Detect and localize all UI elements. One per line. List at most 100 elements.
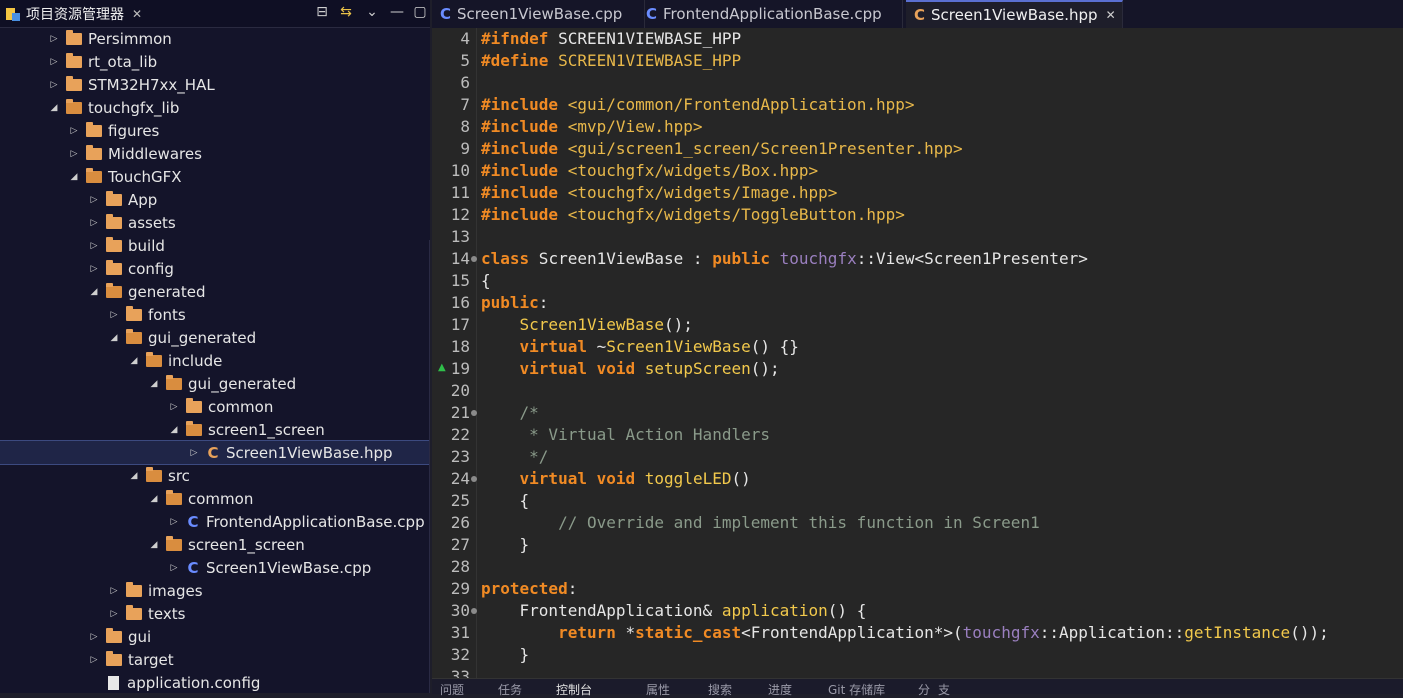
expanded-arrow-icon[interactable]: ◢ xyxy=(88,287,100,297)
code-line[interactable]: virtual ~Screen1ViewBase() {} xyxy=(481,336,799,358)
code-line[interactable]: #include <touchgfx/widgets/Image.hpp> xyxy=(481,182,837,204)
collapsed-arrow-icon[interactable]: ▷ xyxy=(108,609,120,619)
code-line[interactable]: #include <mvp/View.hpp> xyxy=(481,116,703,138)
collapsed-arrow-icon[interactable]: ▷ xyxy=(168,517,180,527)
collapsed-arrow-icon[interactable]: ▷ xyxy=(68,149,80,159)
code-line[interactable]: virtual void setupScreen(); xyxy=(481,358,780,380)
tree-item[interactable]: application.config xyxy=(0,671,430,693)
tree-item[interactable]: ▷ target xyxy=(0,648,430,671)
tree-item[interactable]: ▷ Persimmon xyxy=(0,27,430,50)
code-line[interactable]: #include <touchgfx/widgets/ToggleButton.… xyxy=(481,204,905,226)
tree-item[interactable]: ▷ common xyxy=(0,395,430,418)
bottom-tab[interactable]: 任务 xyxy=(498,681,522,698)
bottom-tab[interactable]: 支 xyxy=(938,681,950,698)
code-line[interactable]: virtual void toggleLED() xyxy=(481,468,751,490)
tree-item[interactable]: ▷ C FrontendApplicationBase.cpp xyxy=(0,510,430,533)
fold-icon[interactable] xyxy=(471,476,477,482)
bottom-tab[interactable]: 控制台 xyxy=(556,681,592,698)
collapsed-arrow-icon[interactable]: ▷ xyxy=(188,448,200,458)
tree-item[interactable]: ▷ figures xyxy=(0,119,430,142)
bottom-tab[interactable]: 属性 xyxy=(646,681,670,698)
expanded-arrow-icon[interactable]: ◢ xyxy=(148,540,160,550)
bottom-tab[interactable]: 分 xyxy=(918,681,930,698)
maximize-icon[interactable]: ▢ xyxy=(411,4,429,20)
collapsed-arrow-icon[interactable]: ▷ xyxy=(168,563,180,573)
code-line[interactable]: protected: xyxy=(481,578,577,600)
view-menu-icon[interactable]: ⌄ xyxy=(363,4,381,20)
collapsed-arrow-icon[interactable]: ▷ xyxy=(108,586,120,596)
code-line[interactable]: { xyxy=(481,270,491,292)
tree-item[interactable]: ◢ touchgfx_lib xyxy=(0,96,430,119)
explorer-scrollbar[interactable] xyxy=(429,240,430,693)
tree-item[interactable]: ▷ STM32H7xx_HAL xyxy=(0,73,430,96)
tree-item[interactable]: ◢ gui_generated xyxy=(0,326,430,349)
tree-item[interactable]: ▷ gui xyxy=(0,625,430,648)
tree-item[interactable]: ▷ images xyxy=(0,579,430,602)
collapsed-arrow-icon[interactable]: ▷ xyxy=(88,632,100,642)
minimize-icon[interactable]: — xyxy=(388,4,406,20)
code-editor[interactable]: 4 5 6 7 8 9 10 11 12 13 14 15 16 17 18 19 ▲ 20 21 22 23 24 25 2… xyxy=(432,28,1403,678)
close-tab-icon[interactable]: ✕ xyxy=(1106,8,1116,22)
link-with-editor-icon[interactable]: ⇆ xyxy=(337,4,355,20)
tree-item[interactable]: ◢ screen1_screen xyxy=(0,533,430,556)
tab-screen1viewbase-cpp[interactable]: C Screen1ViewBase.cpp xyxy=(432,0,645,28)
code-line[interactable]: Screen1ViewBase(); xyxy=(481,314,693,336)
code-line[interactable]: FrontendApplication& application() { xyxy=(481,600,867,622)
tree-item[interactable]: ▷ config xyxy=(0,257,430,280)
tree-item[interactable]: ◢ include xyxy=(0,349,430,372)
code-line[interactable]: #define SCREEN1VIEWBASE_HPP xyxy=(481,50,741,72)
bottom-tab[interactable]: Git 存储库 xyxy=(828,681,885,698)
tree-item[interactable]: ◢ generated xyxy=(0,280,430,303)
code-line[interactable]: return *static_cast<FrontendApplication*… xyxy=(481,622,1329,644)
override-marker-icon[interactable]: ▲ xyxy=(438,362,446,373)
collapsed-arrow-icon[interactable]: ▷ xyxy=(68,126,80,136)
close-icon[interactable]: ✕ xyxy=(132,7,142,21)
explorer-tab[interactable]: 项目资源管理器 ✕ xyxy=(6,4,142,24)
fold-icon[interactable] xyxy=(471,608,477,614)
tree-item[interactable]: ▷ rt_ota_lib xyxy=(0,50,430,73)
tab-screen1viewbase-hpp[interactable]: C Screen1ViewBase.hpp ✕ xyxy=(906,0,1123,28)
code-line[interactable]: public: xyxy=(481,292,548,314)
tree-item[interactable]: ◢ common xyxy=(0,487,430,510)
expanded-arrow-icon[interactable]: ◢ xyxy=(128,356,140,366)
collapsed-arrow-icon[interactable]: ▷ xyxy=(88,218,100,228)
tree-item[interactable]: ▷ App xyxy=(0,188,430,211)
tree-item[interactable]: ◢ TouchGFX xyxy=(0,165,430,188)
expanded-arrow-icon[interactable]: ◢ xyxy=(68,172,80,182)
tree-item[interactable]: ▷ texts xyxy=(0,602,430,625)
collapsed-arrow-icon[interactable]: ▷ xyxy=(88,264,100,274)
code-line[interactable]: { xyxy=(481,490,530,512)
code-line[interactable]: */ xyxy=(481,446,548,468)
collapsed-arrow-icon[interactable]: ▷ xyxy=(88,241,100,251)
tree-item[interactable]: ◢ screen1_screen xyxy=(0,418,430,441)
expanded-arrow-icon[interactable]: ◢ xyxy=(168,425,180,435)
collapsed-arrow-icon[interactable]: ▷ xyxy=(108,310,120,320)
expanded-arrow-icon[interactable]: ◢ xyxy=(108,333,120,343)
collapsed-arrow-icon[interactable]: ▷ xyxy=(48,34,60,44)
tree-item[interactable]: ▷ C Screen1ViewBase.cpp xyxy=(0,556,430,579)
collapsed-arrow-icon[interactable]: ▷ xyxy=(48,57,60,67)
collapsed-arrow-icon[interactable]: ▷ xyxy=(88,655,100,665)
expanded-arrow-icon[interactable]: ◢ xyxy=(148,494,160,504)
fold-icon[interactable] xyxy=(471,256,477,262)
tree-item[interactable]: ▷ assets xyxy=(0,211,430,234)
code-line[interactable]: /* xyxy=(481,402,539,424)
bottom-tab[interactable]: 进度 xyxy=(768,681,792,698)
code-line[interactable]: #ifndef SCREEN1VIEWBASE_HPP xyxy=(481,28,741,50)
collapsed-arrow-icon[interactable]: ▷ xyxy=(88,195,100,205)
tree-item[interactable]: ▷ C Screen1ViewBase.hpp xyxy=(0,440,430,465)
collapse-all-icon[interactable]: ⊟ xyxy=(313,4,331,20)
collapsed-arrow-icon[interactable]: ▷ xyxy=(48,80,60,90)
code-line[interactable]: } xyxy=(481,534,530,556)
tree-item[interactable]: ▷ build xyxy=(0,234,430,257)
expanded-arrow-icon[interactable]: ◢ xyxy=(48,103,60,113)
fold-icon[interactable] xyxy=(471,410,477,416)
tree-item[interactable]: ▷ fonts xyxy=(0,303,430,326)
collapsed-arrow-icon[interactable]: ▷ xyxy=(168,402,180,412)
code-line[interactable]: } xyxy=(481,644,530,666)
code-line[interactable]: #include <gui/common/FrontendApplication… xyxy=(481,94,914,116)
code-line[interactable]: class Screen1ViewBase : public touchgfx:… xyxy=(481,248,1088,270)
tree-item[interactable]: ◢ gui_generated xyxy=(0,372,430,395)
code-line[interactable]: * Virtual Action Handlers xyxy=(481,424,770,446)
bottom-tab[interactable]: 问题 xyxy=(440,681,464,698)
